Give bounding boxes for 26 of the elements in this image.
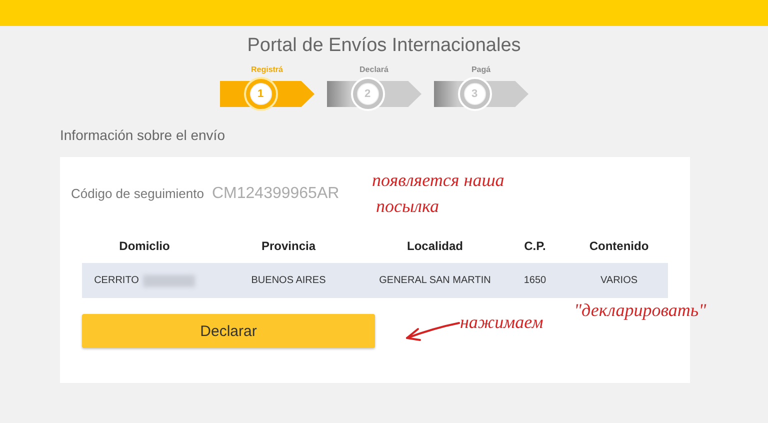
handwritten-note: появляется наша xyxy=(372,170,504,191)
column-header: Domiclio xyxy=(118,239,171,255)
page-title: Portal de Envíos Internacionales xyxy=(246,35,522,57)
step-label: Pagá xyxy=(471,65,491,76)
table-cell: GENERAL SAN MARTIN xyxy=(379,275,491,286)
column-header: Provincia xyxy=(260,239,317,255)
step-number: 2 xyxy=(356,83,378,105)
handwritten-note: нажимаем xyxy=(460,312,544,333)
column-header: C.P. xyxy=(523,239,547,255)
column-header: Localidad xyxy=(406,239,464,255)
tracking-label: Código de seguimiento xyxy=(71,186,204,201)
step-label: Registrá xyxy=(250,65,283,76)
handwritten-note: посылка xyxy=(376,196,439,217)
table-cell: CERRITO xyxy=(94,275,139,286)
table-cell: 1650 xyxy=(524,275,546,286)
handwritten-note: "декларировать" xyxy=(574,300,706,321)
tracking-number: CM124399965AR xyxy=(212,185,340,203)
table-cell: VARIOS xyxy=(600,275,638,286)
section-title: Información sobre el envío xyxy=(60,127,226,143)
step-number: 1 xyxy=(250,83,272,105)
declare-button[interactable]: Declarar xyxy=(82,314,375,348)
handwritten-arrow xyxy=(406,322,460,341)
column-header: Contenido xyxy=(588,239,650,255)
table-cell: BUENOS AIRES xyxy=(251,275,326,286)
step-number: 3 xyxy=(464,83,486,105)
step-label: Declará xyxy=(360,65,388,76)
